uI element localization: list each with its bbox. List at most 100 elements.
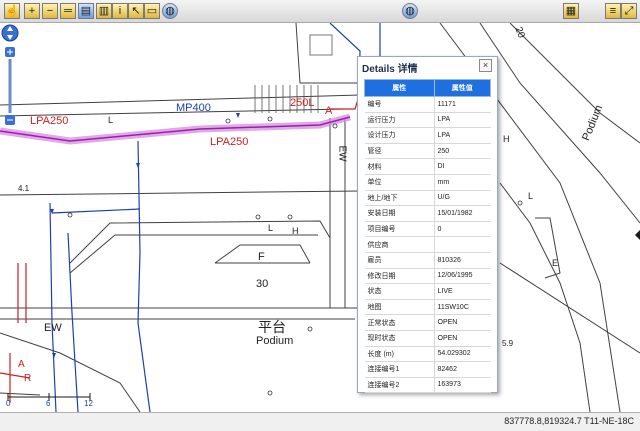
fullscreen-tool-icon[interactable]: ⤢	[621, 3, 637, 19]
map-letter-l-mid: L	[268, 223, 274, 233]
scale-label-0: 0	[6, 399, 11, 408]
attribute-value: DI	[434, 158, 491, 175]
attribute-name: 安装日期	[364, 205, 435, 222]
table-row: 连接编号2 163973	[364, 377, 491, 394]
table-row: 地上/地下 U/G	[364, 190, 491, 207]
attribute-value: OPEN	[434, 330, 491, 347]
attribute-name: 单位	[364, 174, 435, 191]
zoom-control[interactable]	[0, 23, 20, 133]
map-drawing	[0, 23, 640, 412]
attribute-value: OPEN	[434, 314, 491, 331]
attribute-value: mm	[434, 174, 491, 191]
attribute-name: 供应商	[364, 236, 435, 253]
attribute-name: 管径	[364, 143, 435, 160]
close-icon[interactable]: ×	[479, 59, 492, 72]
map-letter-l-right: L	[528, 191, 534, 201]
side-panel-toggle-icon[interactable]	[635, 230, 640, 240]
status-bar: 837778.8,819324.7 T11-NE-18C	[0, 412, 640, 431]
column-header-value: 属性值	[433, 79, 491, 97]
map-letter-h-mid: H	[292, 226, 299, 236]
attribute-value: 810326	[434, 252, 491, 269]
table-row: 长度 (m) 54.029302	[364, 346, 491, 363]
map-letter-a: A	[325, 105, 333, 117]
overview-tool-icon[interactable]: ▦	[563, 3, 579, 19]
globe-tool-icon[interactable]: ◍	[162, 3, 178, 19]
table-row: 项目编号 0	[364, 221, 491, 238]
attribute-value: 11171	[434, 96, 491, 113]
attribute-name: 连接编号1	[364, 361, 435, 378]
toolbar: ☝ + − ═ ▤ ▥ i ↖ ▭ ◍ ◍ ▦ ≡ ⤢	[0, 0, 640, 23]
attribute-value: 54.029302	[434, 346, 491, 363]
attribute-name: 编号	[364, 96, 435, 113]
attribute-value: 82462	[434, 361, 491, 378]
table-row: 单位 mm	[364, 174, 491, 191]
scale-label-6: 6	[46, 399, 51, 408]
coordinate-readout: 837778.8,819324.7 T11-NE-18C	[504, 416, 634, 426]
attribute-name: 地上/地下	[364, 190, 435, 207]
map-letter-r: R	[24, 373, 32, 384]
column-header-attribute: 属性	[364, 79, 435, 97]
map-letter-l-top: L	[108, 115, 114, 125]
attribute-value	[434, 236, 491, 253]
details-table: 属性 属性值 编号 11171 运行压力 LPA 设计压力 LPA 管径 250 材料 DI 单位 m…	[364, 79, 491, 394]
attribute-name: 运行压力	[364, 112, 435, 129]
attribute-value: LIVE	[434, 283, 491, 300]
attribute-value: LPA	[434, 112, 491, 129]
menu-tool-icon[interactable]: ≡	[605, 3, 621, 19]
table-row: 运行压力 LPA	[364, 112, 491, 129]
table-row: 正常状态 OPEN	[364, 314, 491, 331]
attribute-value: 0	[434, 221, 491, 238]
table-row: 状态 LIVE	[364, 283, 491, 300]
map-letter-a-left: A	[18, 359, 25, 370]
attribute-name: 项目编号	[364, 221, 435, 238]
attribute-name: 连接编号2	[364, 377, 435, 394]
attribute-name: 设计压力	[364, 127, 435, 144]
attribute-value: 11SW10C	[434, 299, 491, 316]
attribute-value: 15/01/1982	[434, 205, 491, 222]
table-row: 设计压力 LPA	[364, 127, 491, 144]
map-letter-e-right: E	[552, 258, 559, 268]
table-row: 管径 250	[364, 143, 491, 160]
table-row: 供应商	[364, 236, 491, 253]
attribute-name: 修改日期	[364, 268, 435, 285]
popup-title: Details 详情	[362, 64, 418, 75]
map-label-podium-zh: 平台	[258, 319, 286, 335]
globe-center-tool-icon[interactable]: ◍	[402, 3, 418, 19]
attribute-name: 正常状态	[364, 314, 435, 331]
table-row: 连接编号1 82462	[364, 361, 491, 378]
map-number-30: 30	[256, 278, 269, 290]
table-row: 雇员 810326	[364, 252, 491, 269]
table-row: 修改日期 12/06/1995	[364, 268, 491, 285]
pipe-label-lpa250-left: LPA250	[30, 115, 69, 127]
attribute-value: U/G	[434, 190, 491, 207]
table-row: 材料 DI	[364, 158, 491, 175]
attribute-name: 材料	[364, 158, 435, 175]
pipe-label-mp400: MP400	[176, 102, 211, 114]
map-number-4-1: 4.1	[18, 184, 30, 193]
table-row: 编号 11171	[364, 96, 491, 113]
select-tool-icon[interactable]: ↖	[128, 3, 144, 19]
attribute-name: 状态	[364, 283, 435, 300]
identify-tool-icon[interactable]: i	[112, 3, 128, 19]
map-canvas[interactable]: MP400 LPA250 LPA250 250L A L L H F 30 平台…	[0, 23, 640, 412]
attribute-value: 163973	[434, 377, 491, 394]
table-row: 现时状态 OPEN	[364, 330, 491, 347]
map-label-ew-mid: EW	[336, 145, 348, 162]
measure-tool-icon[interactable]: ═	[60, 3, 76, 19]
attribute-value: 250	[434, 143, 491, 160]
attribute-name: 现时状态	[364, 330, 435, 347]
attribute-value: LPA	[434, 127, 491, 144]
zoom-in-tool-icon[interactable]: +	[24, 3, 40, 19]
pipe-label-lpa250-center: LPA250	[210, 136, 249, 148]
details-popup: Details 详情 × 属性 属性值 编号 11171 运行压力 LPA 设计压力 LP…	[357, 56, 498, 394]
map-letter-h-right: H	[503, 134, 510, 144]
legend-tool-icon[interactable]: ▥	[96, 3, 112, 19]
map-number-5-9: 5.9	[502, 339, 514, 348]
layers-tool-icon[interactable]: ▤	[78, 3, 94, 19]
zoom-out-tool-icon[interactable]: −	[42, 3, 58, 19]
pan-tool-icon[interactable]: ☝	[4, 3, 20, 19]
print-tool-icon[interactable]: ▭	[144, 3, 160, 19]
attribute-name: 长度 (m)	[364, 346, 435, 363]
table-row: 安装日期 15/01/1982	[364, 205, 491, 222]
attribute-name: 地图	[364, 299, 435, 316]
